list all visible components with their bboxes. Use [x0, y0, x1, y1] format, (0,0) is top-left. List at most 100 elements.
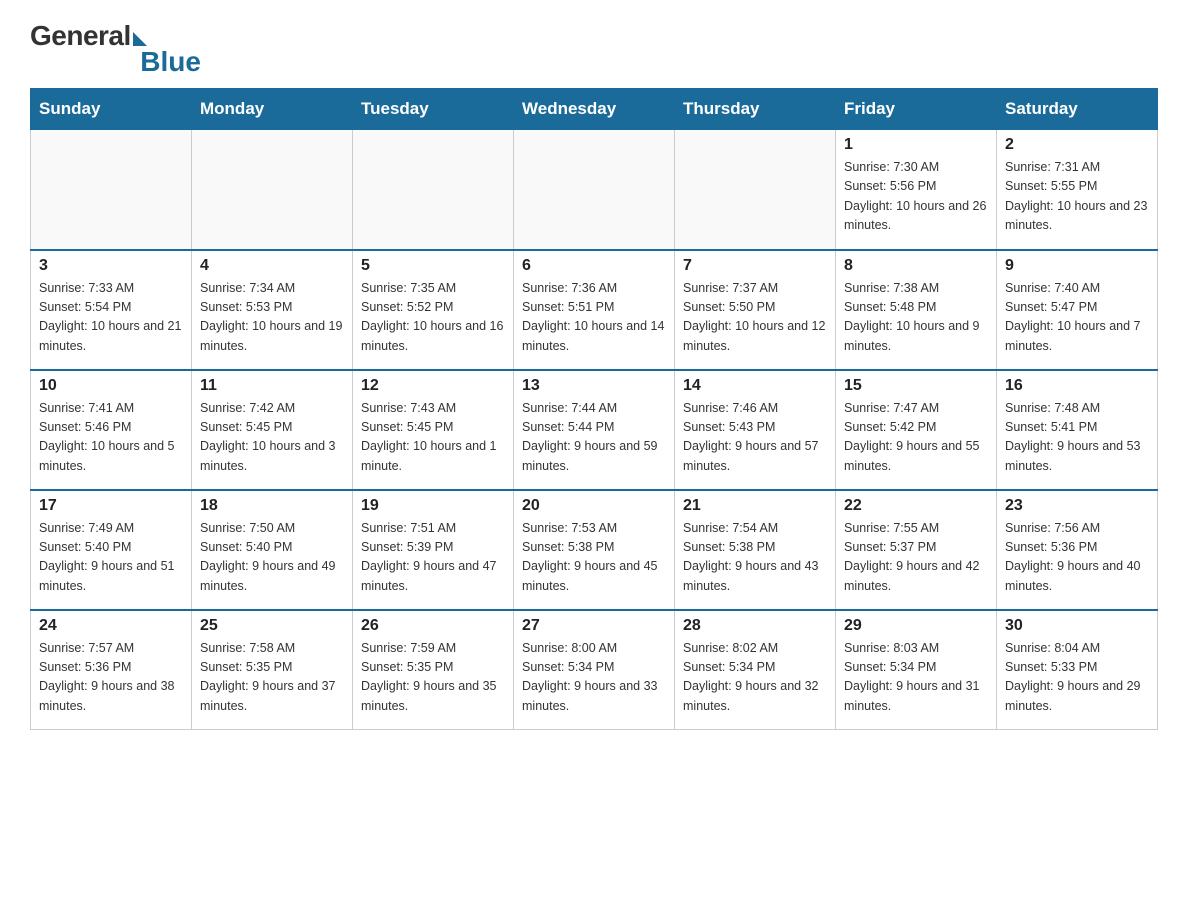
calendar-cell-w3d1: 10 Sunrise: 7:41 AMSunset: 5:46 PMDayligh… — [31, 370, 192, 490]
calendar-cell-w3d3: 12 Sunrise: 7:43 AMSunset: 5:45 PMDayligh… — [353, 370, 514, 490]
calendar-cell-w1d4 — [514, 130, 675, 250]
day-number-24: 24 — [39, 617, 183, 635]
sun-info-23: Sunrise: 7:56 AMSunset: 5:36 PMDaylight:… — [1005, 519, 1149, 597]
day-number-10: 10 — [39, 377, 183, 395]
calendar-cell-w1d6: 1 Sunrise: 7:30 AMSunset: 5:56 PMDaylight… — [836, 130, 997, 250]
day-number-12: 12 — [361, 377, 505, 395]
header-wednesday: Wednesday — [514, 89, 675, 130]
calendar-cell-w2d6: 8 Sunrise: 7:38 AMSunset: 5:48 PMDaylight… — [836, 250, 997, 370]
sun-info-16: Sunrise: 7:48 AMSunset: 5:41 PMDaylight:… — [1005, 399, 1149, 477]
sun-info-19: Sunrise: 7:51 AMSunset: 5:39 PMDaylight:… — [361, 519, 505, 597]
header-monday: Monday — [192, 89, 353, 130]
week-row-3: 10 Sunrise: 7:41 AMSunset: 5:46 PMDayligh… — [31, 370, 1158, 490]
day-number-6: 6 — [522, 257, 666, 275]
sun-info-15: Sunrise: 7:47 AMSunset: 5:42 PMDaylight:… — [844, 399, 988, 477]
day-number-29: 29 — [844, 617, 988, 635]
week-row-4: 17Sunrise: 7:49 AMSunset: 5:40 PMDayligh… — [31, 490, 1158, 610]
calendar-cell-w5d6: 29 Sunrise: 8:03 AMSunset: 5:34 PMDayligh… — [836, 610, 997, 730]
header-thursday: Thursday — [675, 89, 836, 130]
calendar-cell-w5d1: 24 Sunrise: 7:57 AMSunset: 5:36 PMDayligh… — [31, 610, 192, 730]
page-header: General General Blue — [30, 20, 1158, 78]
calendar-cell-w3d2: 11 Sunrise: 7:42 AMSunset: 5:45 PMDayligh… — [192, 370, 353, 490]
sun-info-21: Sunrise: 7:54 AMSunset: 5:38 PMDaylight:… — [683, 519, 827, 597]
day-number-1: 1 — [844, 136, 988, 154]
sun-info-9: Sunrise: 7:40 AMSunset: 5:47 PMDaylight:… — [1005, 279, 1149, 357]
sun-info-25: Sunrise: 7:58 AMSunset: 5:35 PMDaylight:… — [200, 639, 344, 717]
header-tuesday: Tuesday — [353, 89, 514, 130]
day-number-7: 7 — [683, 257, 827, 275]
calendar-cell-w3d7: 16 Sunrise: 7:48 AMSunset: 5:41 PMDayligh… — [997, 370, 1158, 490]
day-number-20: 20 — [522, 497, 666, 515]
day-number-9: 9 — [1005, 257, 1149, 275]
day-number-16: 16 — [1005, 377, 1149, 395]
sun-info-29: Sunrise: 8:03 AMSunset: 5:34 PMDaylight:… — [844, 639, 988, 717]
sun-info-10: Sunrise: 7:41 AMSunset: 5:46 PMDaylight:… — [39, 399, 183, 477]
sun-info-27: Sunrise: 8:00 AMSunset: 5:34 PMDaylight:… — [522, 639, 666, 717]
calendar-cell-w4d1: 17Sunrise: 7:49 AMSunset: 5:40 PMDayligh… — [31, 490, 192, 610]
day-number-26: 26 — [361, 617, 505, 635]
logo-blue-text: Blue — [140, 46, 201, 78]
calendar-cell-w2d7: 9 Sunrise: 7:40 AMSunset: 5:47 PMDaylight… — [997, 250, 1158, 370]
sun-info-30: Sunrise: 8:04 AMSunset: 5:33 PMDaylight:… — [1005, 639, 1149, 717]
calendar-cell-w2d2: 4Sunrise: 7:34 AMSunset: 5:53 PMDaylight… — [192, 250, 353, 370]
calendar-cell-w2d4: 6 Sunrise: 7:36 AMSunset: 5:51 PMDaylight… — [514, 250, 675, 370]
sun-info-8: Sunrise: 7:38 AMSunset: 5:48 PMDaylight:… — [844, 279, 988, 357]
sun-info-22: Sunrise: 7:55 AMSunset: 5:37 PMDaylight:… — [844, 519, 988, 597]
sun-info-18: Sunrise: 7:50 AMSunset: 5:40 PMDaylight:… — [200, 519, 344, 597]
sun-info-7: Sunrise: 7:37 AMSunset: 5:50 PMDaylight:… — [683, 279, 827, 357]
sun-info-24: Sunrise: 7:57 AMSunset: 5:36 PMDaylight:… — [39, 639, 183, 717]
day-number-22: 22 — [844, 497, 988, 515]
header-saturday: Saturday — [997, 89, 1158, 130]
logo-arrow-icon — [133, 32, 147, 46]
sun-info-14: Sunrise: 7:46 AMSunset: 5:43 PMDaylight:… — [683, 399, 827, 477]
sun-info-4: Sunrise: 7:34 AMSunset: 5:53 PMDaylight:… — [200, 279, 344, 357]
header-friday: Friday — [836, 89, 997, 130]
calendar-cell-w3d4: 13 Sunrise: 7:44 AMSunset: 5:44 PMDayligh… — [514, 370, 675, 490]
day-number-25: 25 — [200, 617, 344, 635]
week-row-5: 24 Sunrise: 7:57 AMSunset: 5:36 PMDayligh… — [31, 610, 1158, 730]
day-number-3: 3 — [39, 257, 183, 275]
day-number-18: 18 — [200, 497, 344, 515]
sun-info-3: Sunrise: 7:33 AMSunset: 5:54 PMDaylight:… — [39, 279, 183, 357]
calendar-cell-w4d5: 21Sunrise: 7:54 AMSunset: 5:38 PMDayligh… — [675, 490, 836, 610]
day-number-11: 11 — [200, 377, 344, 395]
calendar-cell-w4d4: 20Sunrise: 7:53 AMSunset: 5:38 PMDayligh… — [514, 490, 675, 610]
calendar-cell-w1d3 — [353, 130, 514, 250]
sun-info-26: Sunrise: 7:59 AMSunset: 5:35 PMDaylight:… — [361, 639, 505, 717]
calendar-cell-w2d3: 5 Sunrise: 7:35 AMSunset: 5:52 PMDaylight… — [353, 250, 514, 370]
calendar-cell-w5d3: 26 Sunrise: 7:59 AMSunset: 5:35 PMDayligh… — [353, 610, 514, 730]
calendar-cell-w5d4: 27Sunrise: 8:00 AMSunset: 5:34 PMDayligh… — [514, 610, 675, 730]
calendar-cell-w5d2: 25 Sunrise: 7:58 AMSunset: 5:35 PMDayligh… — [192, 610, 353, 730]
day-number-23: 23 — [1005, 497, 1149, 515]
calendar-cell-w3d6: 15 Sunrise: 7:47 AMSunset: 5:42 PMDayligh… — [836, 370, 997, 490]
day-number-30: 30 — [1005, 617, 1149, 635]
day-number-2: 2 — [1005, 136, 1149, 154]
week-row-1: 1 Sunrise: 7:30 AMSunset: 5:56 PMDaylight… — [31, 130, 1158, 250]
calendar-cell-w2d1: 3 Sunrise: 7:33 AMSunset: 5:54 PMDaylight… — [31, 250, 192, 370]
sun-info-13: Sunrise: 7:44 AMSunset: 5:44 PMDaylight:… — [522, 399, 666, 477]
calendar-cell-w4d7: 23 Sunrise: 7:56 AMSunset: 5:36 PMDayligh… — [997, 490, 1158, 610]
day-number-13: 13 — [522, 377, 666, 395]
logo: General General Blue — [30, 20, 201, 78]
calendar-cell-w4d2: 18 Sunrise: 7:50 AMSunset: 5:40 PMDayligh… — [192, 490, 353, 610]
calendar-cell-w1d2 — [192, 130, 353, 250]
day-number-8: 8 — [844, 257, 988, 275]
day-number-17: 17 — [39, 497, 183, 515]
sun-info-28: Sunrise: 8:02 AMSunset: 5:34 PMDaylight:… — [683, 639, 827, 717]
day-number-28: 28 — [683, 617, 827, 635]
day-number-14: 14 — [683, 377, 827, 395]
sun-info-11: Sunrise: 7:42 AMSunset: 5:45 PMDaylight:… — [200, 399, 344, 477]
day-number-19: 19 — [361, 497, 505, 515]
sun-info-6: Sunrise: 7:36 AMSunset: 5:51 PMDaylight:… — [522, 279, 666, 357]
day-number-5: 5 — [361, 257, 505, 275]
calendar-cell-w5d5: 28 Sunrise: 8:02 AMSunset: 5:34 PMDayligh… — [675, 610, 836, 730]
day-number-15: 15 — [844, 377, 988, 395]
weekday-header-row: SundayMondayTuesdayWednesdayThursdayFrid… — [31, 89, 1158, 130]
calendar-cell-w4d6: 22 Sunrise: 7:55 AMSunset: 5:37 PMDayligh… — [836, 490, 997, 610]
sun-info-2: Sunrise: 7:31 AMSunset: 5:55 PMDaylight:… — [1005, 158, 1149, 236]
header-sunday: Sunday — [31, 89, 192, 130]
calendar-cell-w1d5 — [675, 130, 836, 250]
sun-info-5: Sunrise: 7:35 AMSunset: 5:52 PMDaylight:… — [361, 279, 505, 357]
sun-info-12: Sunrise: 7:43 AMSunset: 5:45 PMDaylight:… — [361, 399, 505, 477]
sun-info-1: Sunrise: 7:30 AMSunset: 5:56 PMDaylight:… — [844, 158, 988, 236]
